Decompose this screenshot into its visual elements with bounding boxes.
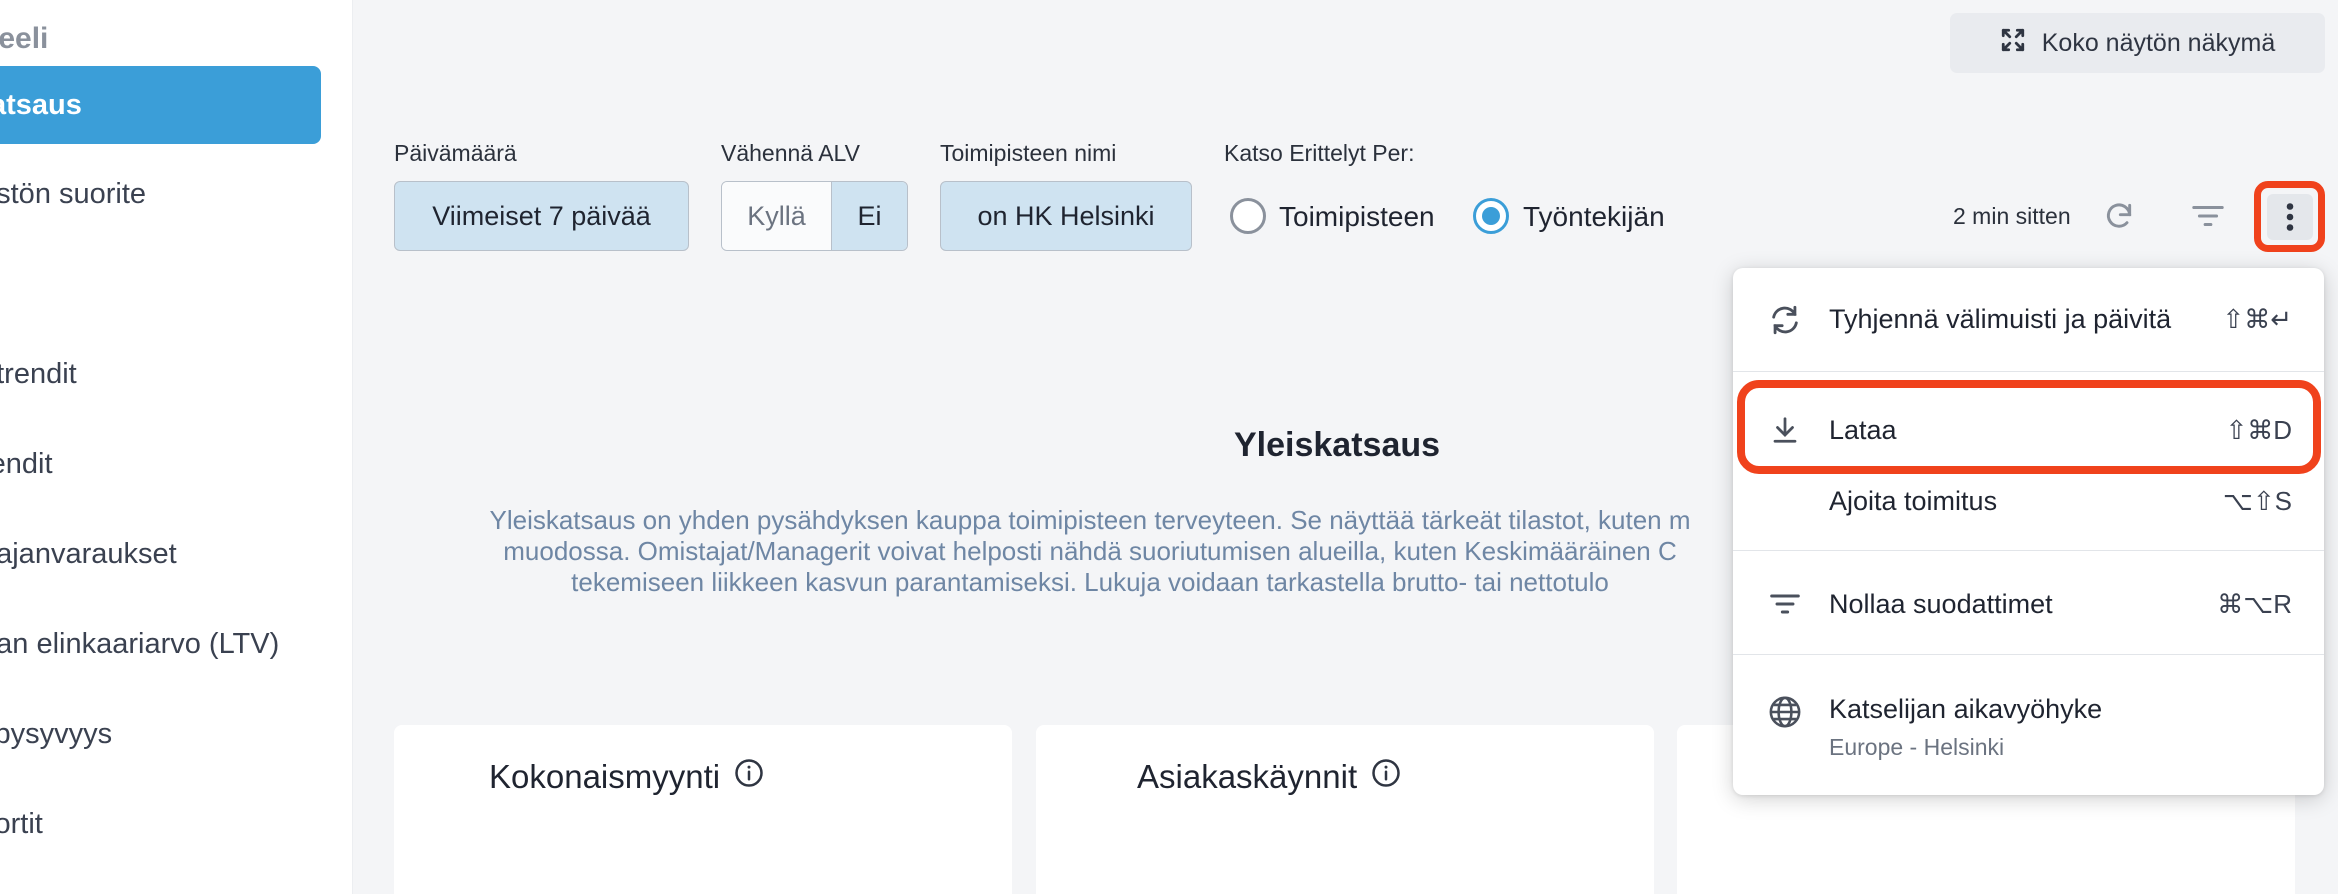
last-updated-text: 2 min sitten bbox=[1953, 203, 2071, 229]
menu-item-label: Tyhjennä välimuisti ja päivitä bbox=[1829, 304, 2172, 334]
filter-icon bbox=[1767, 586, 1803, 622]
sidebar-item-appointments[interactable]: t ajanvaraukset bbox=[0, 515, 321, 593]
breakdown-label: Katso Erittelyt Per: bbox=[1224, 140, 1415, 166]
radio-location[interactable] bbox=[1230, 198, 1266, 234]
menu-item-shortcut: ⇧⌘↵ bbox=[2222, 304, 2292, 334]
overview-description-line: Yleiskatsaus on yhden pysähdyksen kauppa… bbox=[489, 505, 1691, 535]
expand-icon bbox=[2000, 27, 2026, 60]
date-filter-label: Päivämäärä bbox=[394, 140, 517, 166]
info-icon[interactable] bbox=[1371, 758, 1401, 796]
radio-location-label[interactable]: Toimipisteen bbox=[1279, 201, 1435, 233]
menu-divider bbox=[1733, 654, 2324, 655]
refresh-icon[interactable] bbox=[2100, 197, 2138, 235]
download-highlight-outline bbox=[1737, 380, 2321, 474]
menu-divider bbox=[1733, 550, 2324, 551]
sidebar-item-sales-performance[interactable]: östön suorite bbox=[0, 155, 321, 233]
overview-description-line: tekemiseen liikkeen kasvun parantamiseks… bbox=[571, 567, 1609, 597]
more-menu-button[interactable] bbox=[2254, 181, 2325, 252]
sidebar-item-cards[interactable]: kortit bbox=[0, 785, 321, 863]
vat-option-no[interactable]: Ei bbox=[832, 182, 907, 250]
card-total-sales bbox=[394, 725, 1012, 894]
sidebar-item-overview[interactable]: atsaus bbox=[0, 66, 321, 144]
location-filter-label: Toimipisteen nimi bbox=[940, 140, 1117, 166]
card-customer-visits-title: Asiakaskäynnit bbox=[1137, 758, 1401, 796]
menu-item-sublabel: Europe - Helsinki bbox=[1829, 734, 2005, 760]
menu-item-viewer-timezone[interactable]: Katselijan aikavyöhyke Europe - Helsinki bbox=[1733, 656, 2324, 786]
card-title-text: Kokonaismyynti bbox=[489, 758, 721, 795]
card-customer-visits bbox=[1036, 725, 1654, 894]
menu-item-schedule-delivery[interactable]: Ajoita toimitus ⌥⇧S bbox=[1733, 468, 2324, 534]
menu-item-label: Katselijan aikavyöhyke bbox=[1829, 694, 2103, 724]
card-title-text: Asiakaskäynnit bbox=[1137, 758, 1358, 795]
filter-icon[interactable] bbox=[2190, 200, 2226, 232]
info-icon[interactable] bbox=[734, 758, 764, 796]
overview-description-line: muodossa. Omistajat/Managerit voivat hel… bbox=[503, 536, 1677, 566]
more-dropdown-menu: Tyhjennä välimuisti ja päivitä ⇧⌘↵ Lataa… bbox=[1733, 268, 2324, 795]
vat-filter-label: Vähennä ALV bbox=[721, 140, 860, 166]
sidebar: neeli atsaus östön suorite o utrendit re… bbox=[0, 0, 353, 894]
menu-item-shortcut: ⌥⇧S bbox=[2222, 485, 2292, 516]
sidebar-item-trends-1[interactable]: utrendit bbox=[0, 335, 321, 413]
radio-employee[interactable] bbox=[1473, 198, 1509, 234]
radio-employee-label[interactable]: Työntekijän bbox=[1523, 201, 1665, 233]
menu-divider bbox=[1733, 371, 2324, 372]
menu-item-clear-cache[interactable]: Tyhjennä välimuisti ja päivitä ⇧⌘↵ bbox=[1733, 268, 2324, 371]
sidebar-section-title: neeli bbox=[0, 22, 49, 55]
refresh-cache-icon bbox=[1767, 302, 1803, 338]
globe-icon bbox=[1767, 694, 1803, 730]
vat-option-yes[interactable]: Kyllä bbox=[722, 182, 832, 250]
sidebar-item-3[interactable]: o bbox=[0, 245, 321, 323]
overview-title: Yleiskatsaus bbox=[1234, 426, 1441, 464]
location-filter[interactable]: on HK Helsinki bbox=[940, 181, 1192, 251]
menu-item-reset-filters[interactable]: Nollaa suodattimet ⌘⌥R bbox=[1733, 554, 2324, 654]
fullscreen-label: Koko näytön näkymä bbox=[2041, 28, 2276, 57]
more-vertical-icon bbox=[2266, 193, 2313, 240]
sidebar-item-trends-2[interactable]: rendit bbox=[0, 425, 321, 503]
date-filter[interactable]: Viimeiset 7 päivää bbox=[394, 181, 689, 251]
vat-toggle: Kyllä Ei bbox=[721, 181, 908, 251]
menu-item-shortcut: ⌘⌥R bbox=[2217, 588, 2292, 619]
menu-item-label: Ajoita toimitus bbox=[1829, 485, 1998, 516]
card-total-sales-title: Kokonaismyynti bbox=[489, 758, 764, 796]
menu-item-label: Nollaa suodattimet bbox=[1829, 588, 2053, 619]
fullscreen-button[interactable]: Koko näytön näkymä bbox=[1950, 13, 2325, 73]
overview-description: Yleiskatsaus on yhden pysähdyksen kauppa… bbox=[440, 505, 1740, 615]
sidebar-item-retention[interactable]: spysyvyys bbox=[0, 695, 321, 773]
sidebar-item-ltv[interactable]: aan elinkaariarvo (LTV) bbox=[0, 605, 321, 683]
